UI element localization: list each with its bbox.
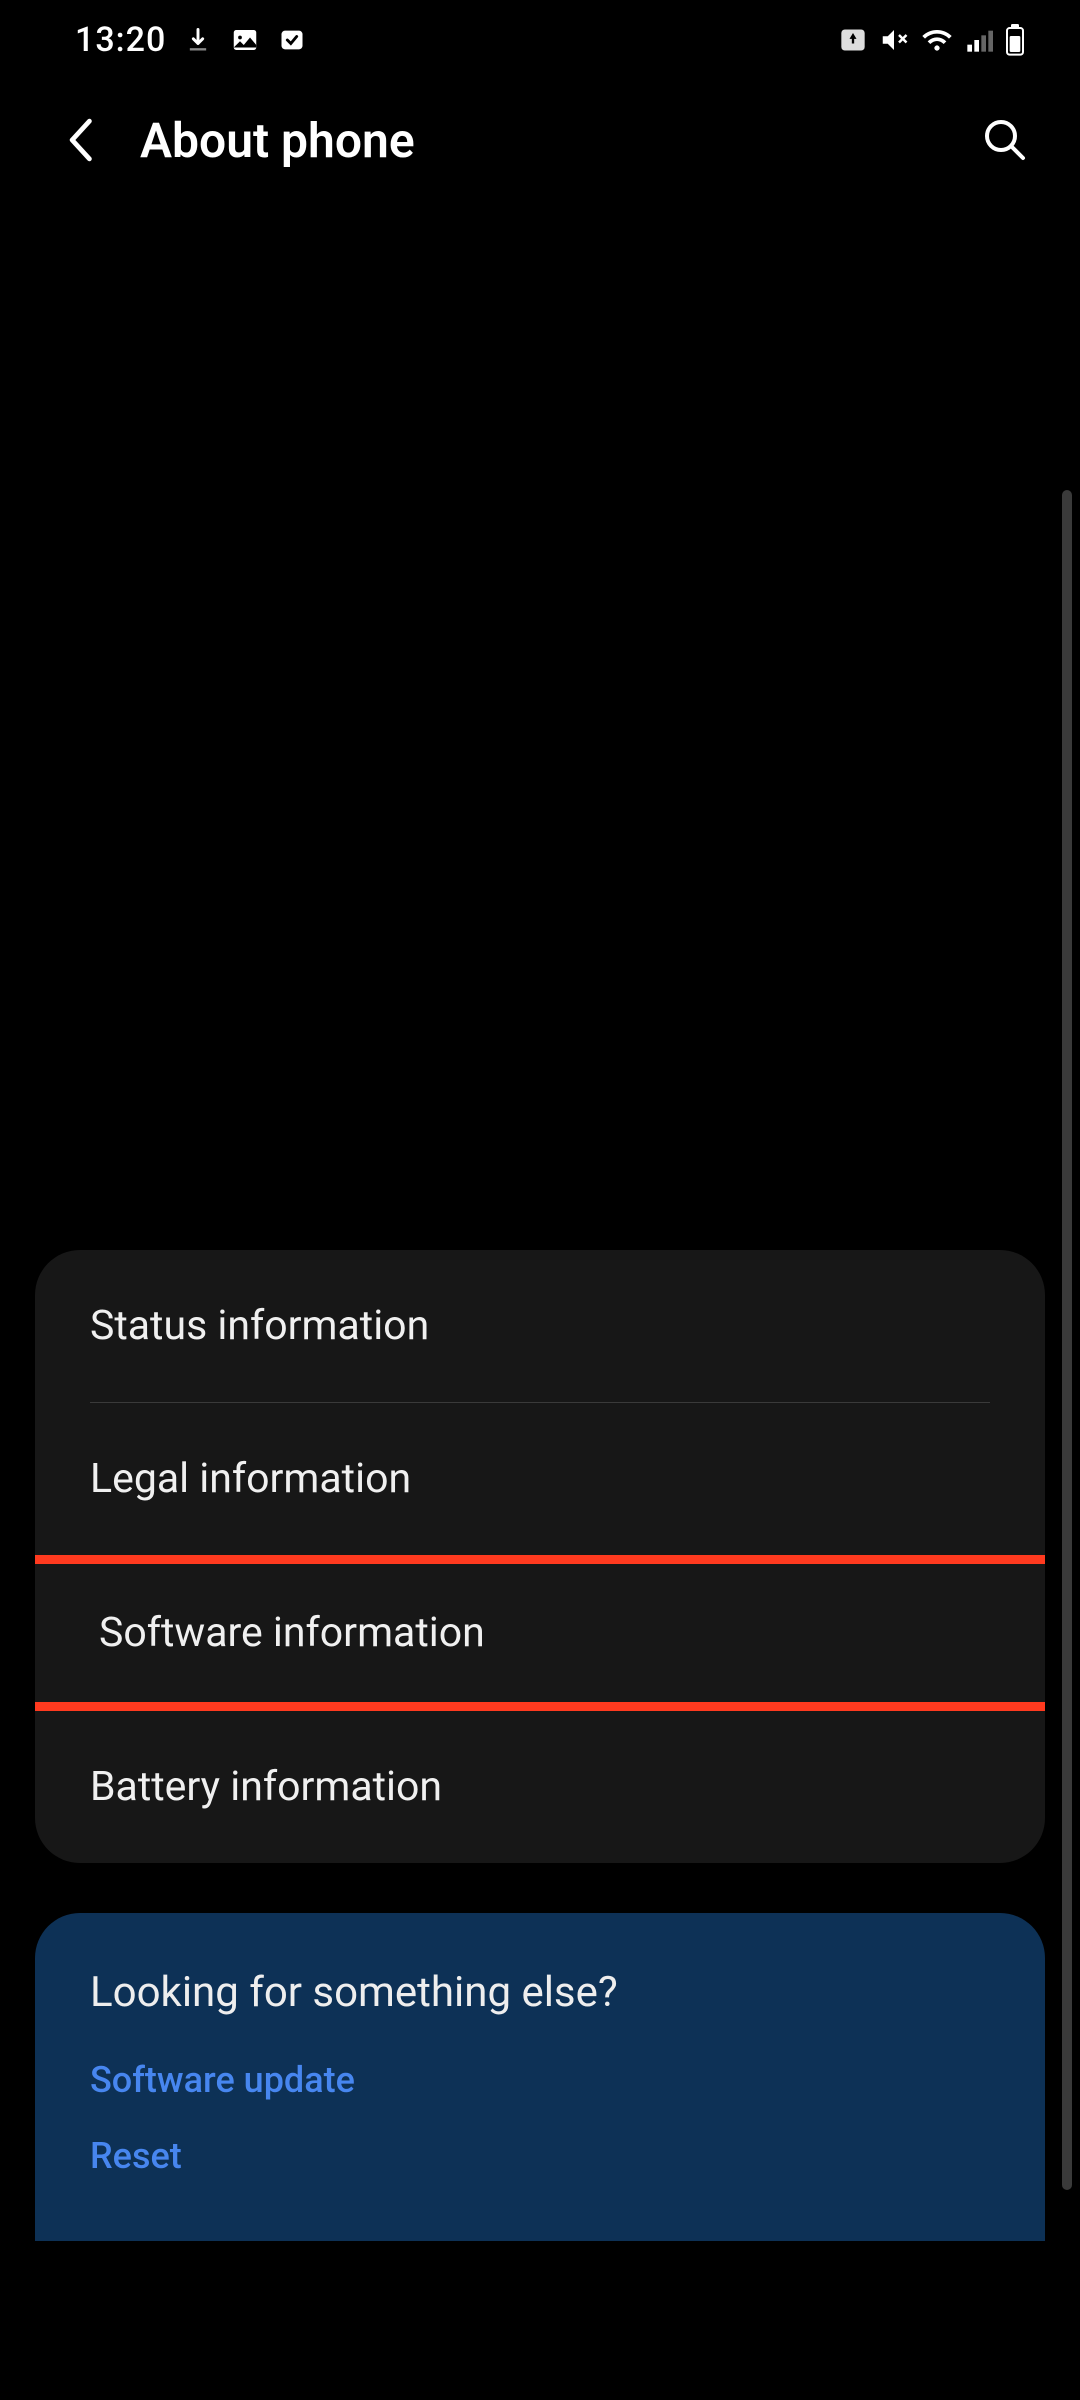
search-icon: [981, 116, 1029, 164]
wifi-icon: [921, 24, 953, 56]
highlight-annotation: Software information: [35, 1555, 1045, 1711]
page-title: About phone: [140, 112, 940, 169]
scrollbar[interactable]: [1062, 490, 1072, 2190]
software-information-item[interactable]: Software information: [35, 1564, 1045, 1702]
search-button[interactable]: [975, 110, 1035, 170]
status-information-item[interactable]: Status information: [35, 1250, 1045, 1402]
chevron-left-icon: [66, 118, 94, 162]
content-area: Status information Legal information Sof…: [0, 200, 1080, 2241]
mute-icon: [879, 25, 909, 55]
image-icon: [230, 25, 260, 55]
related-section: Looking for something else? Software upd…: [35, 1913, 1045, 2241]
signal-icon: [965, 26, 993, 54]
software-update-link[interactable]: Software update: [90, 2059, 990, 2101]
back-button[interactable]: [55, 115, 105, 165]
header: About phone: [0, 80, 1080, 200]
status-left: 13:20: [75, 20, 306, 60]
recycle-icon: [839, 26, 867, 54]
status-bar: 13:20: [0, 0, 1080, 80]
legal-information-item[interactable]: Legal information: [35, 1403, 1045, 1555]
info-list-section: Status information Legal information Sof…: [35, 1250, 1045, 1863]
reset-link[interactable]: Reset: [90, 2135, 990, 2177]
battery-icon: [1005, 24, 1025, 56]
top-card-placeholder: [35, 200, 1045, 1200]
related-title: Looking for something else?: [90, 1968, 990, 2017]
battery-information-item[interactable]: Battery information: [35, 1711, 1045, 1863]
download-icon: [184, 26, 212, 54]
checkbox-icon: [278, 26, 306, 54]
status-right: [839, 24, 1025, 56]
status-time: 13:20: [75, 20, 166, 60]
